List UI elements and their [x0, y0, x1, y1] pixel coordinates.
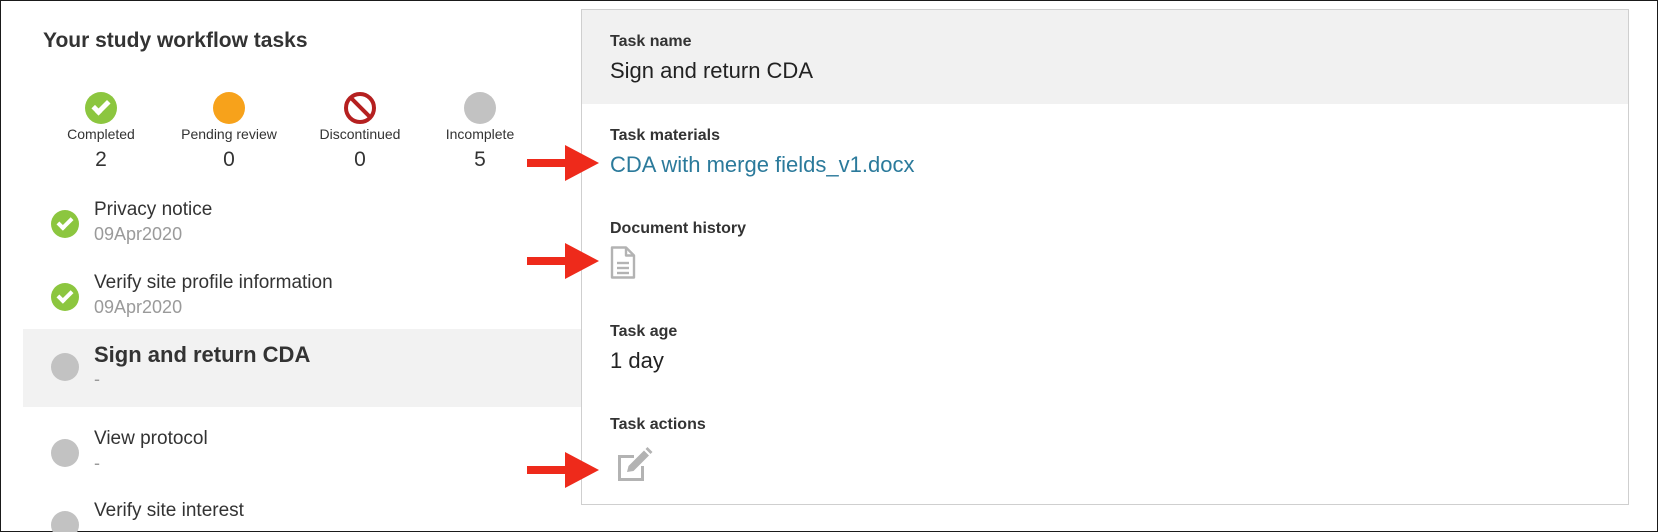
task-detail-panel: Task name Sign and return CDA Task mater… [581, 9, 1629, 505]
workflow-tasks-title: Your study workflow tasks [43, 29, 308, 52]
task-age-value: 1 day [610, 348, 664, 373]
annotation-arrow [527, 145, 599, 181]
task-name-label: Task name [610, 33, 692, 50]
gray-circle-icon [51, 511, 79, 532]
task-materials-link[interactable]: CDA with merge fields_v1.docx [610, 152, 914, 178]
gray-circle-icon [51, 353, 79, 381]
task-name: Verify site profile information [94, 272, 333, 293]
task-age-label: Task age [610, 323, 678, 340]
check-circle-icon [51, 283, 79, 311]
task-date: - [94, 453, 100, 473]
task-row-privacy-notice[interactable]: Privacy notice 09Apr2020 [23, 189, 583, 263]
stat-label: Incomplete [445, 126, 515, 142]
stat-count: 0 [223, 148, 235, 171]
document-history-label: Document history [610, 220, 747, 237]
task-date: 09Apr2020 [94, 297, 183, 317]
gray-circle-icon [51, 439, 79, 467]
gray-circle-icon [464, 92, 496, 124]
annotation-arrow [527, 243, 599, 279]
check-circle-icon [51, 210, 79, 238]
task-actions-label: Task actions [610, 416, 706, 433]
task-row-verify-site-interest[interactable]: Verify site interest - [23, 490, 583, 532]
task-date: - [94, 525, 100, 532]
check-circle-icon [85, 92, 117, 124]
task-name-header [582, 10, 1628, 104]
task-name-value: Sign and return CDA [610, 58, 813, 83]
task-name: Privacy notice [94, 199, 213, 220]
stat-label: Pending review [181, 126, 277, 142]
task-row-sign-return-cda[interactable]: Sign and return CDA - [23, 329, 583, 407]
task-name: Sign and return CDA [94, 342, 311, 367]
document-icon[interactable] [610, 246, 636, 279]
task-name: Verify site interest [94, 500, 244, 521]
task-row-view-protocol[interactable]: View protocol - [23, 418, 583, 492]
task-row-verify-site-profile[interactable]: Verify site profile information 09Apr202… [23, 262, 583, 336]
task-date: - [94, 369, 100, 389]
task-materials-label: Task materials [610, 127, 720, 144]
orange-circle-icon [213, 92, 245, 124]
edit-icon[interactable] [614, 447, 654, 483]
annotation-arrow [527, 452, 599, 488]
task-name: View protocol [94, 428, 208, 449]
task-date: 09Apr2020 [94, 224, 183, 244]
prohibited-icon [344, 92, 376, 124]
stat-pending-review: Pending review 0 [154, 92, 304, 172]
